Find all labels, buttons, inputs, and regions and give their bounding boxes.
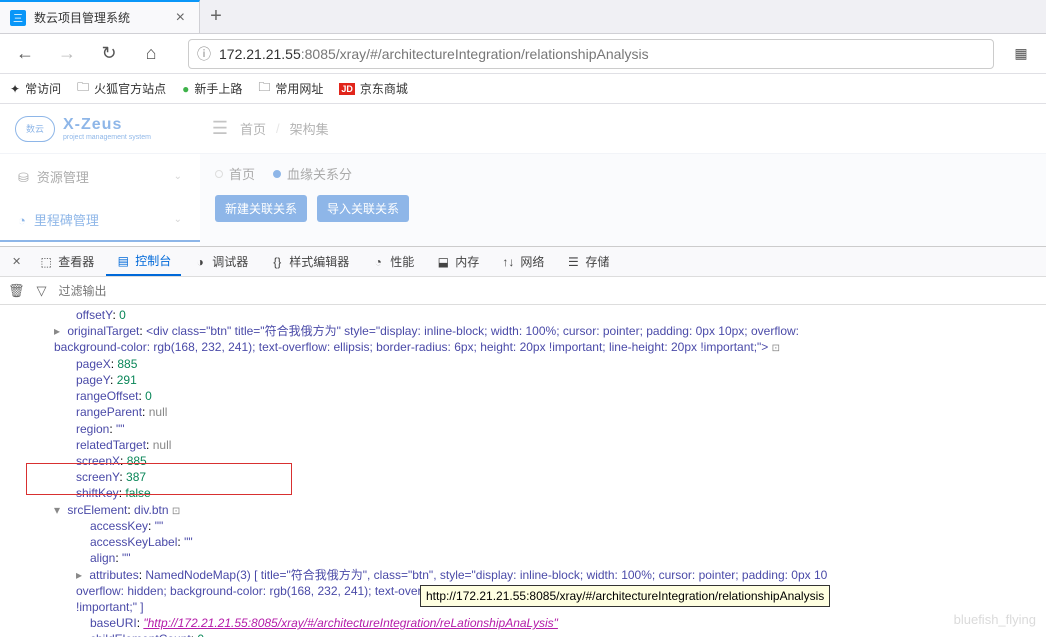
- watermark: bluefish_flying: [954, 611, 1036, 629]
- star-icon: ✦: [10, 82, 20, 96]
- devtools-tab-performance[interactable]: ◔性能: [361, 247, 424, 276]
- bookmark-jd[interactable]: JD京东商城: [339, 80, 408, 97]
- bookmark-common[interactable]: 🗀常用网址: [258, 78, 323, 99]
- browser-tab[interactable]: 三 数云项目管理系统 ×: [0, 0, 200, 33]
- bookmark-most-visited[interactable]: ✦常访问: [10, 80, 61, 97]
- jd-icon: JD: [339, 83, 355, 95]
- reload-button[interactable]: ↻: [94, 39, 124, 69]
- url-text: 172.21.21.55:8085/xray/#/architectureInt…: [219, 46, 649, 62]
- console-icon: ▤: [116, 254, 130, 268]
- url-bar[interactable]: ⓘ 172.21.21.55:8085/xray/#/architectureI…: [188, 39, 994, 69]
- devtools-tab-console[interactable]: ▤控制台: [106, 247, 181, 276]
- style-icon: {}: [270, 255, 284, 269]
- funnel-icon[interactable]: ▽: [37, 283, 47, 299]
- devtools-close-icon[interactable]: ✕: [6, 255, 27, 268]
- info-icon[interactable]: ⓘ: [197, 44, 211, 64]
- devtools-panel: ✕ ⬚查看器 ▤控制台 ◑调试器 {}样式编辑器 ◔性能 ⬓内存 ↑↓网络 ☰存…: [0, 246, 1046, 637]
- browser-nav-bar: ← → ↻ ⌂ ⓘ 172.21.21.55:8085/xray/#/archi…: [0, 34, 1046, 74]
- bookmark-getting-started[interactable]: ●新手上路: [182, 80, 242, 97]
- inspector-icon: ⬚: [39, 255, 53, 269]
- devtools-tab-network[interactable]: ↑↓网络: [491, 247, 554, 276]
- devtools-tab-bar: ✕ ⬚查看器 ▤控制台 ◑调试器 {}样式编辑器 ◔性能 ⬓内存 ↑↓网络 ☰存…: [0, 247, 1046, 277]
- tab-favicon: 三: [10, 10, 26, 26]
- back-button[interactable]: ←: [10, 39, 40, 69]
- performance-icon: ◔: [371, 255, 385, 269]
- close-icon[interactable]: ×: [172, 9, 189, 27]
- folder-icon: 🗀: [77, 78, 89, 99]
- bookmark-bar: ✦常访问 🗀火狐官方站点 ●新手上路 🗀常用网址 JD京东商城: [0, 74, 1046, 104]
- bookmark-firefox[interactable]: 🗀火狐官方站点: [77, 78, 166, 99]
- globe-icon: ●: [182, 82, 189, 96]
- filter-input[interactable]: [59, 284, 1038, 298]
- network-icon: ↑↓: [501, 255, 515, 269]
- devtools-tab-inspector[interactable]: ⬚查看器: [29, 247, 104, 276]
- browser-tab-bar: 三 数云项目管理系统 × +: [0, 0, 1046, 34]
- console-output[interactable]: offsetY: 0 ▸ originalTarget: <div class=…: [0, 305, 1046, 637]
- memory-icon: ⬓: [436, 255, 450, 269]
- url-tooltip: http://172.21.21.55:8085/xray/#/architec…: [420, 585, 830, 607]
- devtools-tab-memory[interactable]: ⬓内存: [426, 247, 489, 276]
- devtools-tab-style[interactable]: {}样式编辑器: [260, 247, 359, 276]
- console-filter-bar: 🗑 ▽: [0, 277, 1046, 305]
- trash-icon[interactable]: 🗑: [8, 283, 25, 299]
- page-content: 数云 X-Zeus project management system ☰ 首页…: [0, 104, 1046, 246]
- devtools-tab-debugger[interactable]: ◑调试器: [183, 247, 258, 276]
- storage-icon: ☰: [566, 255, 580, 269]
- folder-icon: 🗀: [258, 78, 270, 99]
- extension-icon[interactable]: ▦: [1006, 39, 1036, 69]
- devtools-tab-storage[interactable]: ☰存储: [556, 247, 619, 276]
- new-tab-button[interactable]: +: [200, 1, 232, 33]
- debugger-icon: ◑: [193, 255, 207, 269]
- forward-button[interactable]: →: [52, 39, 82, 69]
- home-button[interactable]: ⌂: [136, 39, 166, 69]
- tab-title: 数云项目管理系统: [34, 9, 172, 26]
